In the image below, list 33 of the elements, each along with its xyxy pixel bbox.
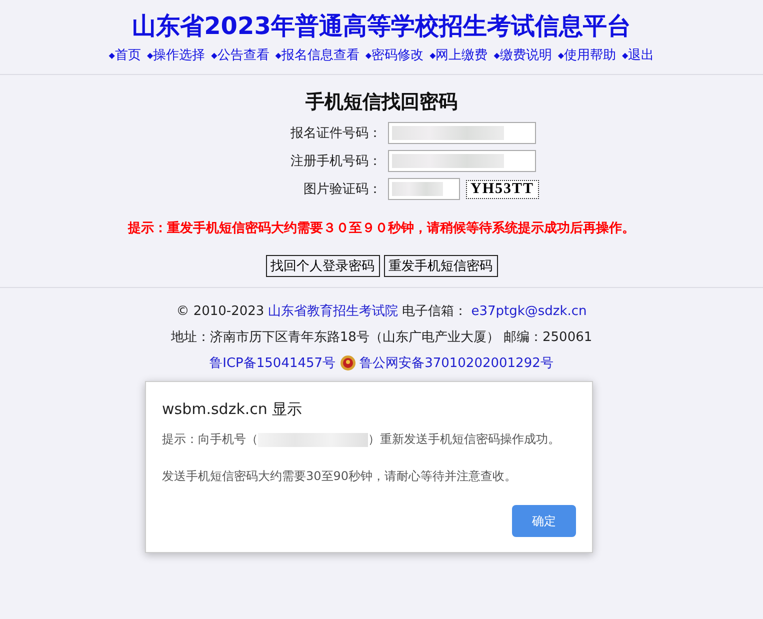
- email-link[interactable]: e37ptgk@sdzk.cn: [471, 304, 587, 318]
- org-link[interactable]: 山东省教育招生考试院: [268, 302, 398, 320]
- field-label: 注册手机号码：: [290, 153, 382, 170]
- emblem-icon: [340, 355, 356, 371]
- nav-link[interactable]: ◆公告查看: [211, 46, 270, 64]
- nav-link[interactable]: ◆报名信息查看: [275, 46, 360, 64]
- form-title: 手机短信找回密码: [306, 90, 458, 115]
- hint-text: 提示：重发手机短信密码大约需要３０至９０秒钟，请稍候等待系统提示成功后再操作。: [128, 220, 635, 237]
- dialog-note: 发送手机短信密码大约需要30至90秒钟，请耐心等待并注意查收。: [162, 468, 518, 485]
- email-label: 电子信箱：: [402, 303, 468, 320]
- captcha-image[interactable]: YH53TT: [466, 180, 540, 198]
- nav-link[interactable]: ◆首页: [108, 46, 141, 64]
- dialog-message: ）重新发送手机短信密码操作成功。: [368, 431, 560, 448]
- nav-link[interactable]: ◆操作选择: [146, 46, 206, 64]
- input-field[interactable]: [388, 178, 460, 200]
- nav-link[interactable]: ◆退出: [622, 46, 654, 64]
- site-title: 山东省2023年普通高等学校招生考试信息平台: [132, 11, 631, 42]
- nav-link[interactable]: ◆密码修改: [365, 46, 424, 64]
- input-field[interactable]: [388, 122, 536, 144]
- nav-link[interactable]: ◆网上缴费: [430, 46, 488, 64]
- address-text: 地址：济南市历下区青年东路18号（山东广电产业大厦） 邮编：250061: [170, 329, 594, 346]
- field-label: 图片验证码：: [302, 181, 382, 198]
- dialog-message: 提示：向手机号（: [162, 431, 258, 448]
- form-button[interactable]: 重发手机短信密码: [384, 255, 498, 277]
- input-field[interactable]: [388, 150, 536, 172]
- icp-link[interactable]: 鲁ICP备15041457号: [210, 354, 336, 372]
- copyright-text: © 2010-2023: [176, 304, 264, 318]
- dialog-title: wsbm.sdzk.cn 显示: [162, 400, 304, 419]
- police-link[interactable]: 鲁公网安备37010202001292号: [360, 354, 554, 372]
- nav-link[interactable]: ◆使用帮助: [558, 46, 616, 64]
- form-button[interactable]: 找回个人登录密码: [266, 255, 380, 277]
- field-label: 报名证件号码：: [290, 125, 382, 142]
- nav-link[interactable]: ◆缴费说明: [494, 46, 552, 64]
